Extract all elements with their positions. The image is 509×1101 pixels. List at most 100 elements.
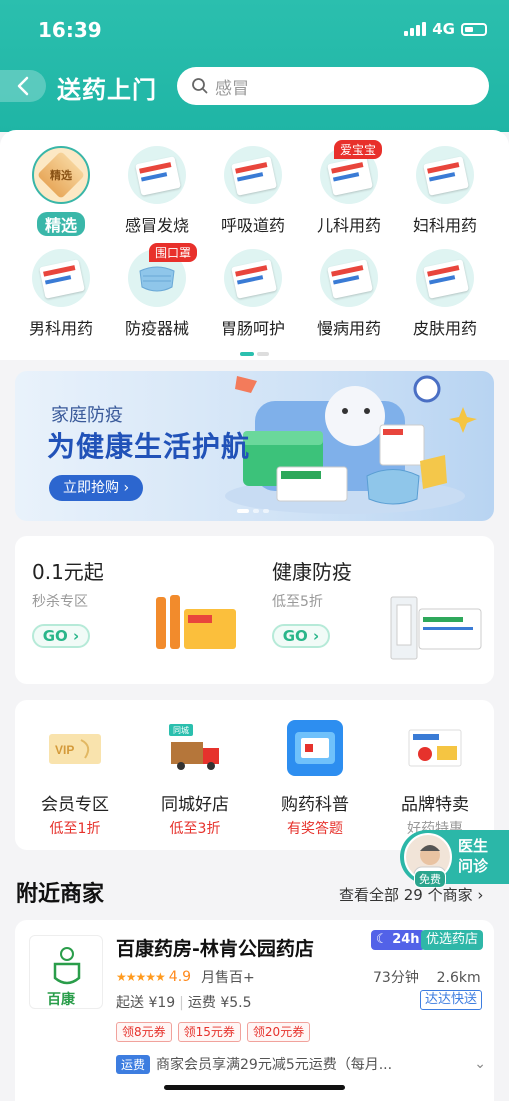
network-type: 4G: [432, 20, 455, 38]
coupon-button[interactable]: 领8元券: [116, 1022, 172, 1042]
view-all-label: 查看全部 29 个商家: [339, 886, 473, 904]
express-delivery-badge: 达达快送: [420, 990, 483, 1010]
view-all-stores-link[interactable]: 查看全部 29 个商家 ›: [339, 884, 483, 905]
banner-button-label: 立即抢购: [63, 480, 119, 496]
service-sub: 低至1折: [49, 821, 101, 837]
category-label: 感冒发烧: [124, 216, 189, 235]
delivery-time: 73分钟: [373, 970, 419, 986]
vip-icon: VIP: [45, 718, 105, 778]
delivery-fee: 运费 ¥5.5: [187, 995, 252, 1011]
search-icon: [192, 78, 208, 94]
delivery-time-distance: 73分钟 2.6km: [373, 967, 481, 987]
category-cold-fever[interactable]: 感冒发烧: [109, 146, 205, 236]
promo-epidemic[interactable]: 健康防疫 低至5折 GO ›: [255, 536, 485, 684]
banner-subtitle: 家庭防疫: [51, 405, 123, 426]
chevron-left-icon: [17, 76, 29, 96]
category-pager: [240, 352, 269, 356]
store-logo: 百康: [29, 935, 103, 1009]
search-placeholder: 感冒: [215, 78, 249, 99]
shipping-text: 商家会员享满29元减5元运费（每月...: [156, 1057, 393, 1073]
promo-banner[interactable]: 家庭防疫 为健康生活护航 立即抢购 ›: [15, 371, 494, 521]
chevron-down-icon[interactable]: ⌄: [474, 1056, 486, 1072]
promo-flash-sale[interactable]: 0.1元起 秒杀专区 GO ›: [15, 536, 245, 684]
category-label: 男科用药: [28, 319, 93, 338]
medicine-box-icon: [32, 249, 90, 307]
promo-section: 0.1元起 秒杀专区 GO › 健康防疫 低至5折 GO ›: [15, 536, 494, 684]
page-title: 送药上门: [57, 76, 157, 104]
service-medicine-science[interactable]: 购药科普 有奖答题: [255, 718, 375, 838]
store-name: 百康药房-林肯公园药店: [116, 938, 314, 960]
status-icons: 4G: [404, 20, 487, 38]
back-button[interactable]: [0, 70, 46, 102]
promo-subtitle: 低至5折: [272, 594, 323, 610]
vitamin-tubes-icon: [156, 595, 236, 649]
header: 16:39 4G 送药上门 感冒: [0, 0, 509, 132]
shipping-promo[interactable]: 运费 商家会员享满29元减5元运费（每月... ⌄: [116, 1054, 486, 1074]
category-gastro[interactable]: 胃肠呵护: [205, 249, 301, 339]
category-label: 精选: [36, 212, 85, 236]
service-brand-sale[interactable]: 品牌特卖 好药特惠: [375, 718, 495, 838]
banner-title: 为健康生活护航: [47, 430, 251, 463]
service-vip[interactable]: VIP 会员专区 低至1折: [15, 718, 135, 838]
svg-text:VIP: VIP: [55, 743, 74, 757]
category-andrology[interactable]: 男科用药: [13, 249, 109, 339]
banner-buy-button[interactable]: 立即抢购 ›: [49, 475, 144, 501]
promo-title: 0.1元起: [32, 560, 104, 584]
category-label: 防疫器械: [124, 319, 189, 338]
signal-icon: [404, 22, 427, 36]
doctor-label: 医生问诊: [458, 837, 489, 875]
category-badge: 围口罩: [149, 243, 198, 262]
category-label: 胃肠呵护: [220, 319, 285, 338]
battery-icon: [461, 22, 487, 36]
store-card[interactable]: 百康 百康药房-林肯公园药店 ☾ 24h 优选药店 ★★★★★ 4.9 月售百+…: [15, 920, 494, 1101]
category-respiratory[interactable]: 呼吸道药: [205, 146, 301, 236]
open-24h-badge: ☾ 24h: [371, 930, 425, 950]
medicine-box-icon: [416, 249, 474, 307]
delivery-info: 起送 ¥19 | 运费 ¥5.5: [116, 995, 252, 1011]
category-epidemic-devices[interactable]: 围口罩 防疫器械: [109, 243, 205, 339]
rating-value: 4.9: [168, 969, 192, 985]
go-button[interactable]: GO ›: [272, 624, 330, 648]
medicine-box-icon: [416, 146, 474, 204]
medicine-science-icon: [285, 718, 345, 778]
medicine-box-icon: [320, 249, 378, 307]
service-sub: 低至3折: [169, 821, 221, 837]
home-indicator: [164, 1085, 345, 1090]
min-order: 起送 ¥19: [116, 995, 176, 1011]
monthly-sales: 月售百+: [201, 970, 255, 986]
coupon-list: 领8元券 领15元券 领20元券: [116, 1022, 311, 1042]
chevron-right-icon: ›: [123, 480, 130, 496]
status-time: 16:39: [38, 18, 102, 42]
coupon-button[interactable]: 领15元券: [177, 1022, 241, 1042]
medicine-box-icon: [224, 249, 282, 307]
category-badge: 爱宝宝: [334, 140, 383, 159]
coupon-button[interactable]: 领20元券: [246, 1022, 311, 1042]
category-pediatric[interactable]: 爱宝宝 儿科用药: [301, 140, 397, 236]
category-label: 慢病用药: [316, 319, 381, 338]
service-sub: 有奖答题: [287, 821, 343, 837]
banner-pager: [237, 509, 269, 513]
service-local-stores[interactable]: 同城 同城好店 低至3折: [135, 718, 255, 838]
service-label: 购药科普: [281, 795, 349, 815]
go-label: GO: [282, 627, 308, 645]
category-chronic[interactable]: 慢病用药: [301, 249, 397, 339]
category-jingxuan[interactable]: 精选 精选: [13, 146, 109, 236]
services-section: VIP 会员专区 低至1折 同城 同城好店 低至3折 购药科普 有奖答题 品牌特…: [15, 700, 494, 850]
featured-icon: 精选: [32, 146, 90, 204]
go-label: GO: [42, 627, 68, 645]
promo-subtitle: 秒杀专区: [32, 594, 88, 610]
category-gynecology[interactable]: 妇科用药: [397, 146, 493, 236]
search-input[interactable]: 感冒: [177, 67, 489, 105]
nearby-title: 附近商家: [16, 882, 105, 907]
category-label: 妇科用药: [412, 216, 477, 235]
category-label: 儿科用药: [316, 216, 381, 235]
service-label: 品牌特卖: [401, 795, 469, 815]
doctor-consult-button[interactable]: 医生问诊 免费: [400, 830, 509, 888]
shipping-tag: 运费: [116, 1054, 151, 1074]
category-grid: 精选 精选 感冒发烧 呼吸道药 爱宝宝 儿科用药 妇科用药 男科用药 围口罩 防…: [0, 130, 509, 360]
chevron-right-icon: ›: [477, 886, 484, 904]
go-button[interactable]: GO ›: [32, 624, 90, 648]
brand-sale-icon: [405, 718, 465, 778]
service-label: 同城好店: [161, 795, 229, 815]
category-dermatology[interactable]: 皮肤用药: [397, 249, 493, 339]
